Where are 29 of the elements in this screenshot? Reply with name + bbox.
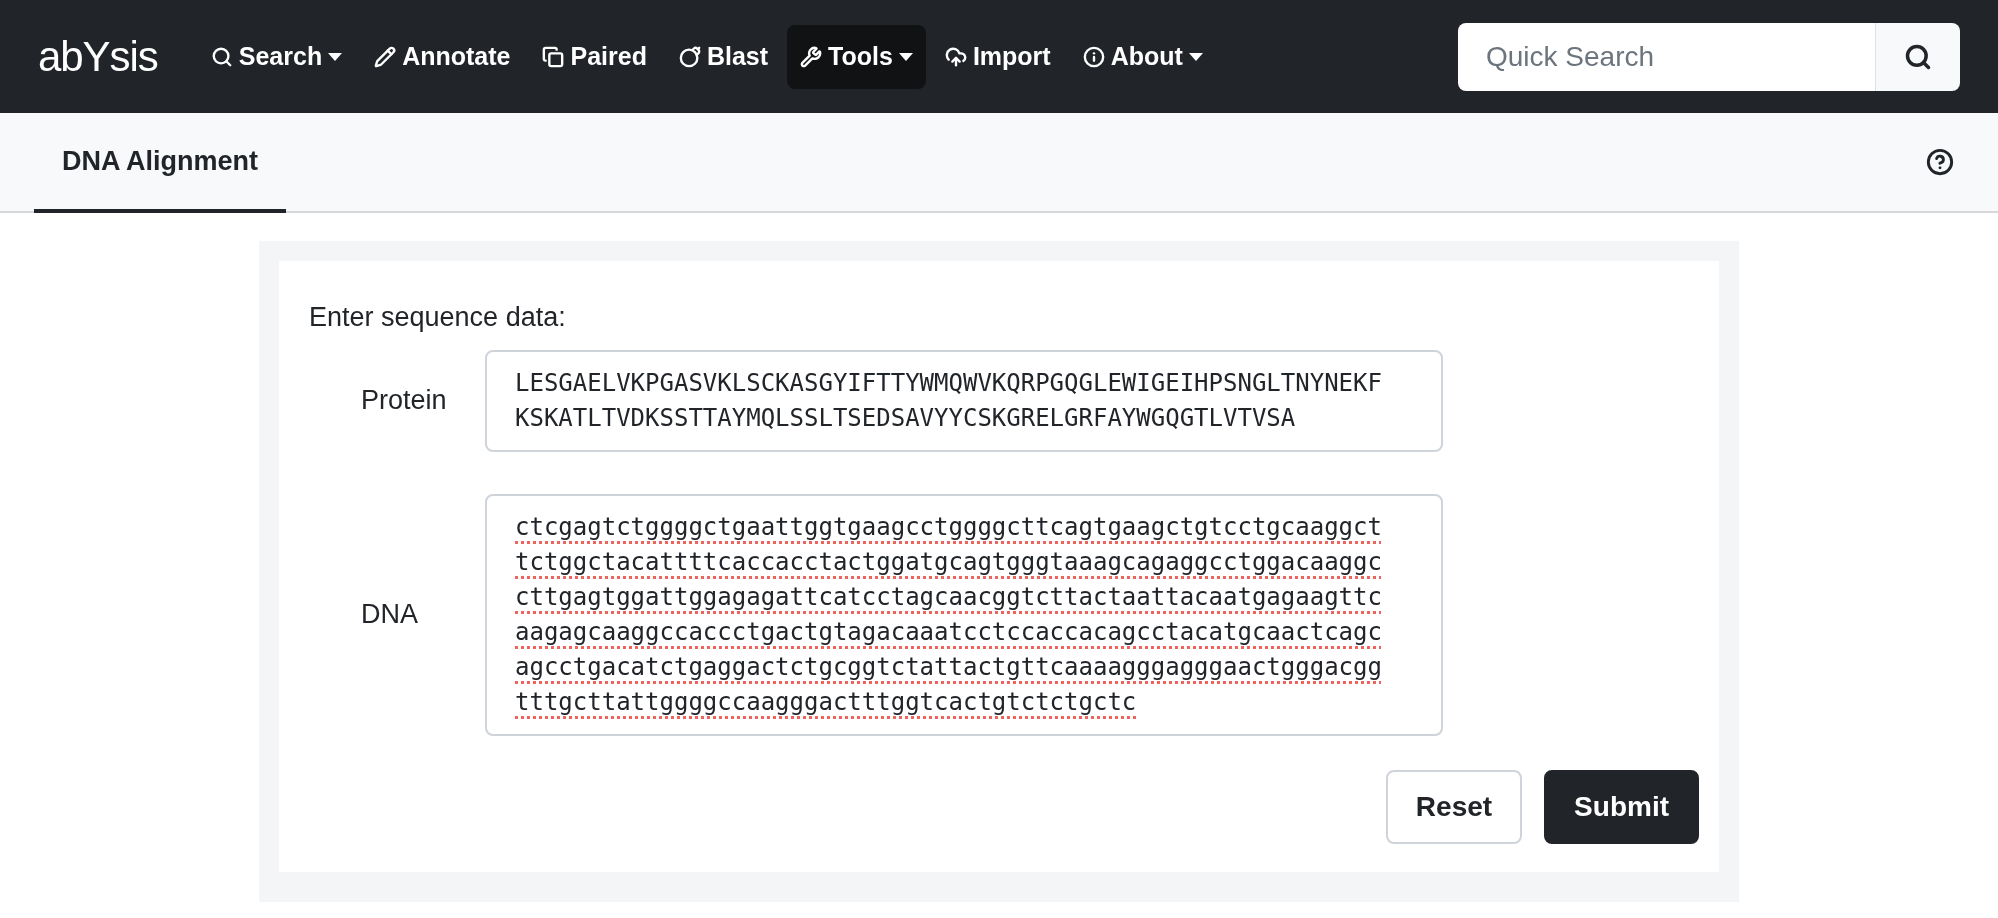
nav-item[interactable]: Paired <box>529 24 660 89</box>
nav-item[interactable]: Tools <box>787 24 926 89</box>
sequence-text: ctcgagtctggggctgaattggtgaagcctggggcttcagtgaagctgtcctgcaaggcttctggctacattttcaccacctactggatgcagtgggtaaagcagaggcctggacaaggccttgagtggattggagagattcatcctagcaacggtcttactaattacaatgagaagttcaagagcaaggccaccctgactgtagacaaatcctccaccacagcctacatgcaactcagcagcctgacatctgaggactctgcggtctattactgttcaaaagggagggaactgggacggtttgcttattggggccaagggactttggtcactgtctctgctc <box>515 511 1383 718</box>
info-icon <box>1082 45 1105 68</box>
bomb-icon <box>678 45 701 68</box>
nav-item[interactable]: Import <box>931 24 1064 89</box>
help-icon[interactable] <box>1926 148 1954 176</box>
field-label: DNA <box>360 598 419 632</box>
wrench-icon <box>800 45 823 68</box>
reset-button[interactable]: Reset <box>1385 769 1523 844</box>
search-icon <box>210 45 233 68</box>
cloud-upload-icon <box>944 45 967 68</box>
nav-item[interactable]: Blast <box>665 24 782 89</box>
sequence-input[interactable]: LESGAELVKPGASVKLSCKASGYIFTTYWMQWVKQRPGQGLEWIGEIHPSNGLTNYNEKFKSKATLTVDKSSTTAYMQLSSLTSEDSAVYYCSKGRELGRFAYWGQGTLVTVSA <box>485 349 1443 452</box>
nav-item[interactable]: Annotate <box>361 24 524 89</box>
copy-icon <box>542 45 565 68</box>
pencil-icon <box>374 45 397 68</box>
sequence-text: LESGAELVKPGASVKLSCKASGYIFTTYWMQWVKQRPGQGLEWIGEIHPSNGLTNYNEKFKSKATLTVDKSSTTAYMQLSSLTSEDSAVYYCSKGRELGRFAYWGQGTLVTVSA <box>515 367 1383 434</box>
search-icon <box>1904 42 1932 71</box>
logo[interactable]: abYsis <box>38 25 158 88</box>
search-button[interactable] <box>1876 22 1960 91</box>
form-prompt: Enter sequence data: <box>309 301 567 334</box>
sequence-input[interactable] <box>485 493 1443 736</box>
submit-button[interactable]: Submit <box>1544 769 1699 844</box>
tab[interactable]: DNA Alignment <box>34 113 286 213</box>
quick-search-field[interactable]: Quick Search <box>1458 22 1876 91</box>
field-label: Protein <box>360 384 448 418</box>
nav-item[interactable]: Search <box>197 24 356 89</box>
nav-item[interactable]: About <box>1069 24 1216 89</box>
